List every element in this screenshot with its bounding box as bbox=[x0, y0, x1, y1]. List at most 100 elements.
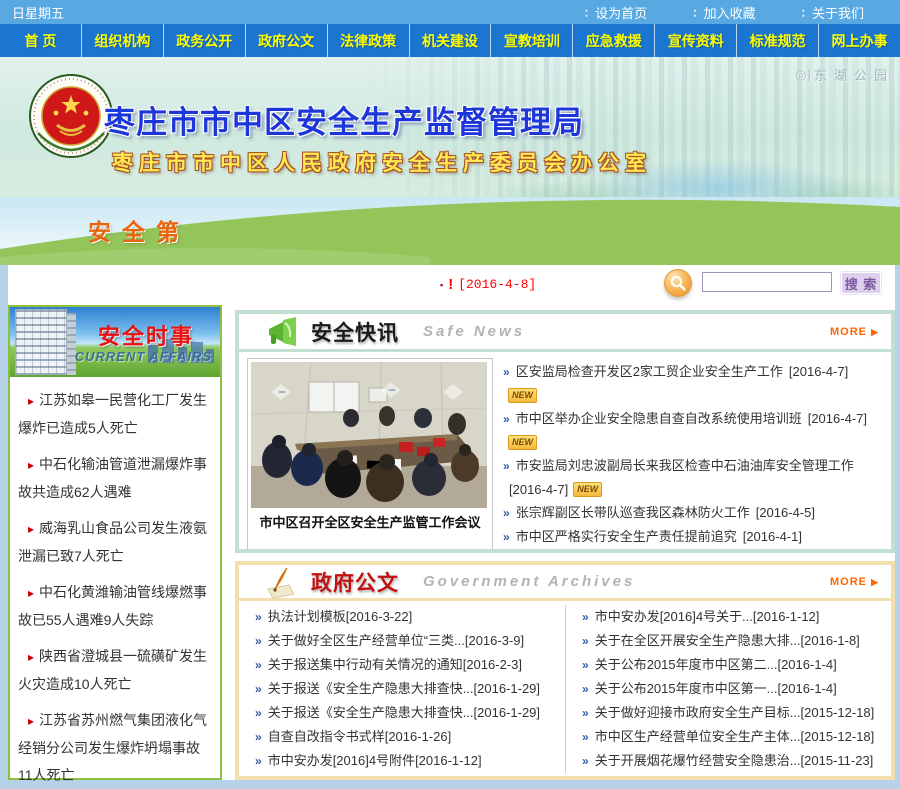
sidebar-news-item[interactable]: ▸中石化黄潍输油管线爆燃事故已55人遇难9人失踪 bbox=[18, 579, 212, 634]
nav-item[interactable]: 政府公文 bbox=[246, 24, 328, 57]
more-link[interactable]: MORE ▶ bbox=[830, 326, 879, 338]
doc-item: »市中安办发[2016]4号附件[2016-1-12] bbox=[255, 749, 557, 773]
news-photo[interactable]: 2 3 4 市中区召开全区安全生产监管工作会议 bbox=[247, 358, 493, 553]
site-subtitle: 枣庄市市中区人民政府安全生产委员会办公室 bbox=[112, 147, 652, 177]
building-side-graphic bbox=[67, 313, 76, 375]
sidebar-news-item[interactable]: ▸中石化输油管道泄漏爆炸事故共造成62人遇难 bbox=[18, 451, 212, 506]
content-panel: ▪ ! [2016-4-8] 搜 索 安全时事 CURRENT AFFAIRS bbox=[8, 265, 895, 780]
quill-icon bbox=[265, 566, 299, 598]
doc-item-date: [2016-1-29] bbox=[474, 681, 541, 696]
sidebar-news-item[interactable]: ▸陕西省澄城县一硫磺矿发生火灾造成10人死亡 bbox=[18, 643, 212, 698]
doc-item-title[interactable]: 关于报送集中行动有关情况的通知 bbox=[268, 657, 463, 672]
notice-date: [2016-4-8] bbox=[458, 277, 536, 292]
doc-item-title[interactable]: 市中区生产经营单位安全生产主体... bbox=[595, 729, 801, 744]
nav-item[interactable]: 标准规范 bbox=[737, 24, 819, 57]
news-item: »市中区举办企业安全隐患自查自改系统使用培训班[2016-4-7]NEW bbox=[503, 407, 881, 454]
doc-item: »关于公布2015年度市中区第一...[2016-1-4] bbox=[582, 677, 883, 701]
news-item-date: [2016-4-7] bbox=[509, 482, 568, 497]
doc-item: »关于做好迎接市政府安全生产目标...[2015-12-18] bbox=[582, 701, 883, 725]
doc-item-title[interactable]: 关于公布2015年度市中区第一... bbox=[595, 681, 778, 696]
arrow-bullet-icon: ▸ bbox=[28, 586, 34, 600]
doc-item: »关于报送集中行动有关情况的通知[2016-2-3] bbox=[255, 653, 557, 677]
sidebar-news-text: 中石化输油管道泄漏爆炸事故共造成62人遇难 bbox=[18, 456, 207, 500]
doc-item-date: [2016-2-3] bbox=[463, 657, 522, 672]
nav-item[interactable]: 宣教培训 bbox=[491, 24, 573, 57]
news-item-date: [2016-4-1] bbox=[743, 529, 802, 544]
more-label: MORE bbox=[830, 576, 867, 588]
chevron-bullet-icon: » bbox=[582, 682, 589, 696]
news-item-date: [2016-4-7] bbox=[808, 411, 867, 426]
new-badge: NEW bbox=[573, 482, 602, 497]
safe-news-list: » 区安监局检查开发区2家工贸企业安全生产工作 [2016-4-7] NEW » 市中区… bbox=[493, 358, 883, 553]
nav-item[interactable]: 机关建设 bbox=[410, 24, 492, 57]
sidebar-news-text: 中石化黄潍输油管线爆燃事故已55人遇难9人失踪 bbox=[18, 584, 207, 628]
doc-item: »市中区生产经营单位安全生产主体...[2015-12-18] bbox=[582, 725, 883, 749]
chevron-bullet-icon: » bbox=[582, 610, 589, 624]
search-input[interactable] bbox=[702, 272, 832, 292]
weekday-label: 日星期五 bbox=[12, 3, 64, 22]
news-item: » 市安监局刘忠波副局长来我区检查中石油油库安全管理工作 [2016-4-7] NEW bbox=[503, 454, 881, 501]
hill-decoration: 安全第 bbox=[0, 197, 900, 265]
more-arrow-icon: ▶ bbox=[871, 577, 879, 587]
arrow-bullet-icon: ▸ bbox=[28, 458, 34, 472]
topbar-link[interactable]: ∶关于我们 bbox=[802, 3, 864, 22]
news-item-title[interactable]: 张宗辉副区长带队巡查我区森林防火工作 bbox=[516, 505, 750, 520]
emblem-logo bbox=[28, 73, 114, 164]
doc-item-date: [2016-1-12] bbox=[753, 609, 820, 624]
nav-item[interactable]: 政务公开 bbox=[164, 24, 246, 57]
doc-item: »自查自改指令书式样[2016-1-26] bbox=[255, 725, 557, 749]
date-notice: ▪ ! [2016-4-8] bbox=[440, 276, 536, 293]
doc-item: »关于公布2015年度市中区第二...[2016-1-4] bbox=[582, 653, 883, 677]
chevron-bullet-icon: » bbox=[503, 459, 510, 473]
doc-item-title[interactable]: 关于在全区开展安全生产隐患大排... bbox=[595, 633, 801, 648]
doc-item-title[interactable]: 自查自改指令书式样 bbox=[268, 729, 385, 744]
nav-item[interactable]: 宣传资料 bbox=[655, 24, 737, 57]
sidebar-news-text: 威海乳山食品公司发生液氨泄漏已致7人死亡 bbox=[18, 520, 207, 564]
more-link[interactable]: MORE ▶ bbox=[830, 576, 879, 588]
nav-item[interactable]: 首 页 bbox=[0, 24, 82, 57]
sidebar-news-text: 陕西省澄城县一硫磺矿发生火灾造成10人死亡 bbox=[18, 648, 207, 692]
news-item-title[interactable]: 市中区举办企业安全隐患自查自改系统使用培训班 bbox=[516, 411, 802, 426]
section-safe-news: 安全快讯 Safe News MORE ▶ bbox=[235, 310, 895, 553]
doc-item-title[interactable]: 执法计划模板 bbox=[268, 609, 346, 624]
topbar-link[interactable]: ∶加入收藏 bbox=[693, 3, 755, 22]
chevron-bullet-icon: » bbox=[582, 754, 589, 768]
doc-item-title[interactable]: 关于开展烟花爆竹经营安全隐患治... bbox=[595, 753, 801, 768]
doc-item: »关于报送《安全生产隐患大排查快...[2016-1-29] bbox=[255, 701, 557, 725]
doc-item-date: [2016-1-4] bbox=[777, 657, 836, 672]
topbar-links: ∶设为首页 ∶加入收藏 ∶关于我们 bbox=[585, 3, 864, 22]
sidebar-title: 安全时事 bbox=[98, 319, 194, 351]
doc-item: »执法计划模板[2016-3-22] bbox=[255, 605, 557, 629]
search-icon[interactable] bbox=[664, 269, 692, 297]
alert-square-icon: ▪ bbox=[440, 280, 443, 290]
news-item-title[interactable]: 区安监局检查开发区2家工贸企业安全生产工作 bbox=[516, 364, 783, 379]
doc-item-title[interactable]: 关于报送《安全生产隐患大排查快... bbox=[268, 681, 474, 696]
section-subtitle-en: Safe News bbox=[423, 323, 525, 340]
doc-item-date: [2016-3-9] bbox=[465, 633, 524, 648]
nav-item[interactable]: 法律政策 bbox=[328, 24, 410, 57]
news-item-title[interactable]: 市中区严格实行安全生产责任提前追究 bbox=[516, 529, 737, 544]
sidebar-news-item[interactable]: ▸江苏如皋一民营化工厂发生爆炸已造成5人死亡 bbox=[18, 387, 212, 442]
doc-item-title[interactable]: 关于报送《安全生产隐患大排查快... bbox=[268, 705, 474, 720]
doc-item-title[interactable]: 关于做好迎接市政府安全生产目标... bbox=[595, 705, 801, 720]
doc-item-title[interactable]: 关于公布2015年度市中区第二... bbox=[595, 657, 778, 672]
doc-item-date: [2015-12-18] bbox=[801, 705, 875, 720]
doc-item-title[interactable]: 市中安办发[2016]4号关于... bbox=[595, 609, 753, 624]
main-column: 安全快讯 Safe News MORE ▶ bbox=[235, 305, 895, 780]
chevron-bullet-icon: » bbox=[503, 365, 510, 379]
nav-item[interactable]: 应急救援 bbox=[573, 24, 655, 57]
topbar: 日星期五 ∶设为首页 ∶加入收藏 ∶关于我们 bbox=[0, 0, 900, 24]
doc-item-title[interactable]: 关于做好全区生产经营单位“三类... bbox=[268, 633, 465, 648]
chevron-bullet-icon: » bbox=[503, 530, 510, 544]
topbar-link[interactable]: ∶设为首页 bbox=[585, 3, 647, 22]
news-item-title[interactable]: 市安监局刘忠波副局长来我区检查中石油油库安全管理工作 bbox=[516, 458, 854, 473]
sidebar-news-item[interactable]: ▸江苏省苏州燃气集团液化气经销分公司发生爆炸坍塌事故11人死亡 bbox=[18, 707, 212, 789]
new-badge: NEW bbox=[508, 388, 537, 403]
gov-docs-left-column: »执法计划模板[2016-3-22] »关于做好全区生产经营单位“三类...[2… bbox=[239, 605, 565, 773]
nav-item[interactable]: 网上办事 bbox=[819, 24, 900, 57]
doc-item-title[interactable]: 市中安办发[2016]4号附件 bbox=[268, 753, 415, 768]
search-button[interactable]: 搜 索 bbox=[841, 272, 881, 294]
nav-item[interactable]: 组织机构 bbox=[82, 24, 164, 57]
doc-item-date: [2015-12-18] bbox=[801, 729, 875, 744]
sidebar-news-item[interactable]: ▸威海乳山食品公司发生液氨泄漏已致7人死亡 bbox=[18, 515, 212, 570]
